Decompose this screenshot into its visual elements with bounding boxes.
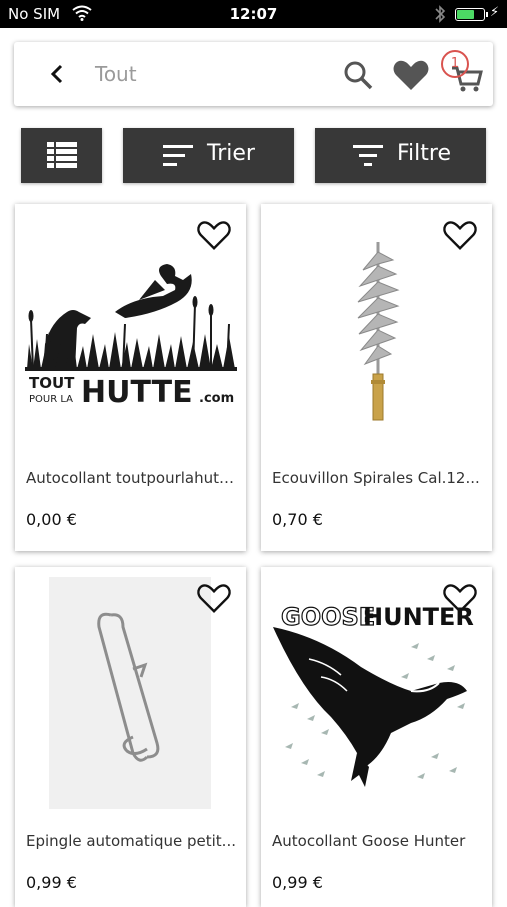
battery-icon xyxy=(455,8,488,21)
clock: 12:07 xyxy=(229,5,278,23)
sort-icon xyxy=(163,145,193,166)
list-icon xyxy=(47,142,77,168)
product-card[interactable]: Ecouvillon Spirales Cal.12... 0,70 € xyxy=(261,204,492,551)
search-icon[interactable] xyxy=(342,59,374,91)
logo-line2: POUR LA xyxy=(29,394,73,405)
sort-label: Trier xyxy=(207,141,255,166)
logo-word1: GOOSE xyxy=(281,603,375,631)
heart-outline-icon[interactable] xyxy=(196,218,232,252)
search-bar: Tout 1 xyxy=(14,42,493,106)
product-price: 0,70 € xyxy=(272,510,323,529)
bluetooth-icon xyxy=(435,5,446,23)
product-title: Autocollant toutpourlahutt... xyxy=(26,469,238,487)
battery-fill xyxy=(457,10,474,19)
chevron-left-icon[interactable] xyxy=(46,62,70,86)
product-price: 0,99 € xyxy=(272,873,323,892)
product-title: Epingle automatique petit... xyxy=(26,832,236,850)
heart-outline-icon[interactable] xyxy=(442,218,478,252)
list-view-button[interactable] xyxy=(21,128,102,183)
product-price: 0,00 € xyxy=(26,510,77,529)
status-bar: No SIM 12:07 ⚡ xyxy=(0,0,507,28)
logo-word: HUTTE xyxy=(81,375,193,410)
logo-suffix: .com xyxy=(199,391,234,406)
heart-outline-icon[interactable] xyxy=(442,581,478,615)
product-price: 0,99 € xyxy=(26,873,77,892)
heart-outline-icon[interactable] xyxy=(196,581,232,615)
filter-button[interactable]: Filtre xyxy=(315,128,486,183)
product-title: Ecouvillon Spirales Cal.12... xyxy=(272,469,480,487)
filter-icon xyxy=(353,145,383,166)
cart-count-badge[interactable]: 1 xyxy=(441,50,469,78)
product-title: Autocollant Goose Hunter xyxy=(272,832,466,850)
heart-filled-icon[interactable] xyxy=(392,58,430,92)
product-card[interactable]: TOUT POUR LA HUTTE .com Autocollant tout… xyxy=(15,204,246,551)
charging-icon: ⚡ xyxy=(490,5,500,20)
search-input[interactable]: Tout xyxy=(95,62,137,86)
logo-line1: TOUT xyxy=(29,374,75,392)
product-card[interactable]: GOOSE HUNTER Autocollant Goose Hunter 0,… xyxy=(261,567,492,907)
product-card[interactable]: Epingle automatique petit... 0,99 € xyxy=(15,567,246,907)
sort-button[interactable]: Trier xyxy=(123,128,294,183)
filter-label: Filtre xyxy=(397,141,452,166)
